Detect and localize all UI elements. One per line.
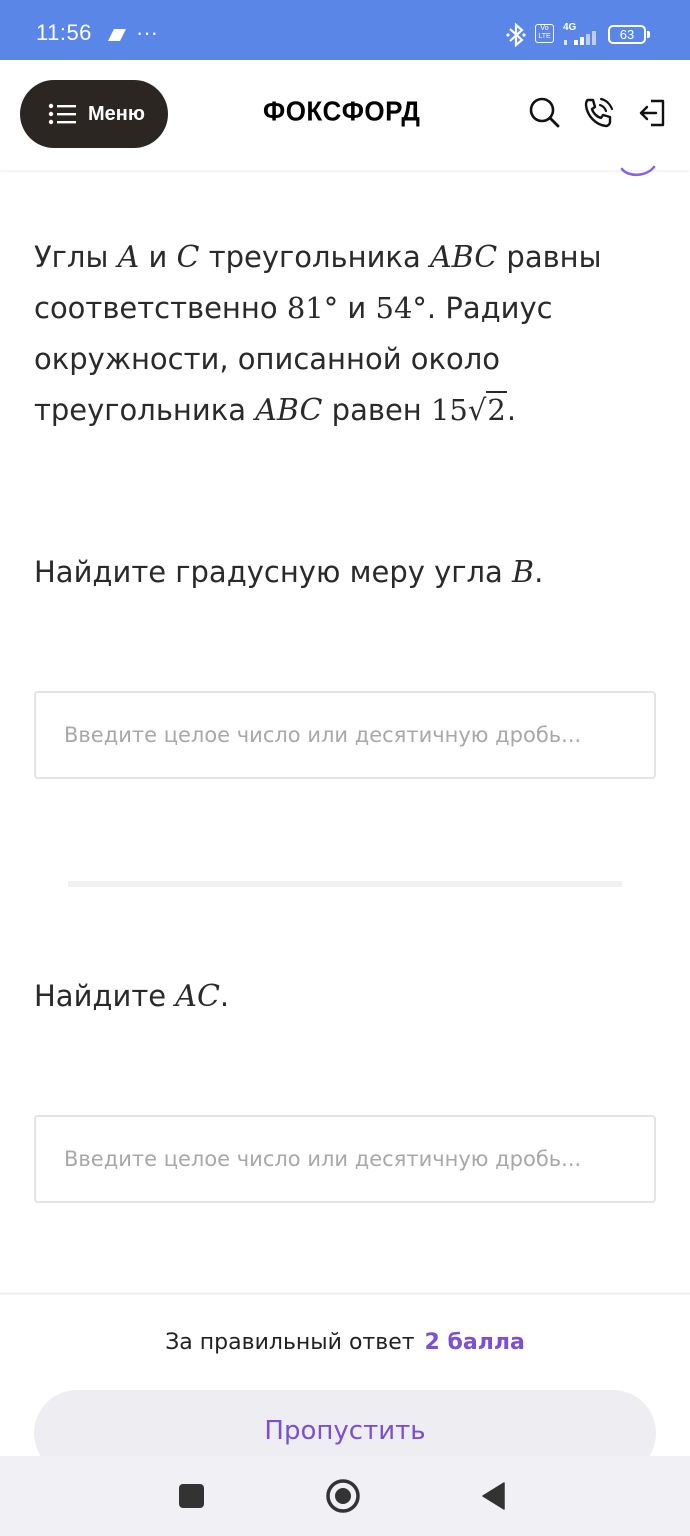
math-var-a: A <box>117 240 140 275</box>
problem-text: и <box>139 240 177 274</box>
battery-icon: 63 <box>608 25 650 44</box>
search-icon[interactable] <box>528 96 560 128</box>
question-1-end: . <box>534 555 544 589</box>
math-var-b: B <box>512 555 535 590</box>
login-icon[interactable] <box>638 98 668 128</box>
math-var-abc: ABC <box>429 240 498 275</box>
menu-button[interactable]: Меню <box>20 80 168 148</box>
sqrt-argument: 2 <box>486 391 507 427</box>
cloud-sync-icon <box>108 29 126 41</box>
bluetooth-icon <box>506 22 526 48</box>
sqrt-sign: √ <box>467 393 487 427</box>
phone-call-icon[interactable] <box>582 96 616 130</box>
problem-statement: Углы A и C треугольника ABC равны соотве… <box>34 232 654 436</box>
answer-input-2[interactable] <box>34 1115 656 1203</box>
signal-icon <box>564 31 596 45</box>
question-2: Найдите AC. <box>34 979 229 1014</box>
more-notifications-icon: ··· <box>136 20 158 45</box>
question-1-text: Найдите градусную меру угла <box>34 555 513 589</box>
section-divider <box>68 881 622 887</box>
status-bar: 11:56 ··· Vo LTE 4G 63 <box>0 0 690 60</box>
angle-c-value: 54° <box>375 291 427 325</box>
math-var-ac: AC <box>175 979 220 1014</box>
radius-coefficient: 15 <box>430 393 468 427</box>
problem-text: и <box>338 291 376 325</box>
foxford-logo[interactable]: ФОКСФОРД <box>263 95 420 128</box>
home-icon[interactable] <box>325 1478 361 1514</box>
battery-level: 63 <box>619 27 635 42</box>
answer-input-1[interactable] <box>34 691 656 779</box>
radius-sqrt: √2 <box>468 391 507 427</box>
list-menu-icon <box>48 103 76 125</box>
menu-label: Меню <box>88 102 145 125</box>
score-label: За правильный ответ <box>165 1330 415 1355</box>
back-icon[interactable] <box>480 1481 508 1511</box>
math-var-abc: ABC <box>255 393 323 428</box>
question-1: Найдите градусную меру угла B. <box>34 555 543 590</box>
score-line: За правильный ответ 2 балла <box>0 1330 690 1355</box>
score-value: 2 балла <box>424 1330 525 1355</box>
volte-icon: Vo LTE <box>535 24 554 43</box>
math-var-c: C <box>176 240 200 275</box>
app-header: Меню ФОКСФОРД <box>0 60 690 170</box>
angle-a-value: 81° <box>286 291 339 325</box>
problem-text: Углы <box>34 240 118 274</box>
question-2-end: . <box>219 979 230 1013</box>
purple-decoration-icon <box>620 165 656 177</box>
problem-text: треугольника <box>199 240 430 274</box>
problem-text: равен <box>322 393 431 427</box>
status-time: 11:56 <box>36 20 92 45</box>
problem-text: . <box>506 393 517 427</box>
system-nav-bar <box>0 1456 690 1536</box>
recent-apps-icon[interactable] <box>178 1482 206 1510</box>
question-2-text: Найдите <box>34 979 176 1013</box>
